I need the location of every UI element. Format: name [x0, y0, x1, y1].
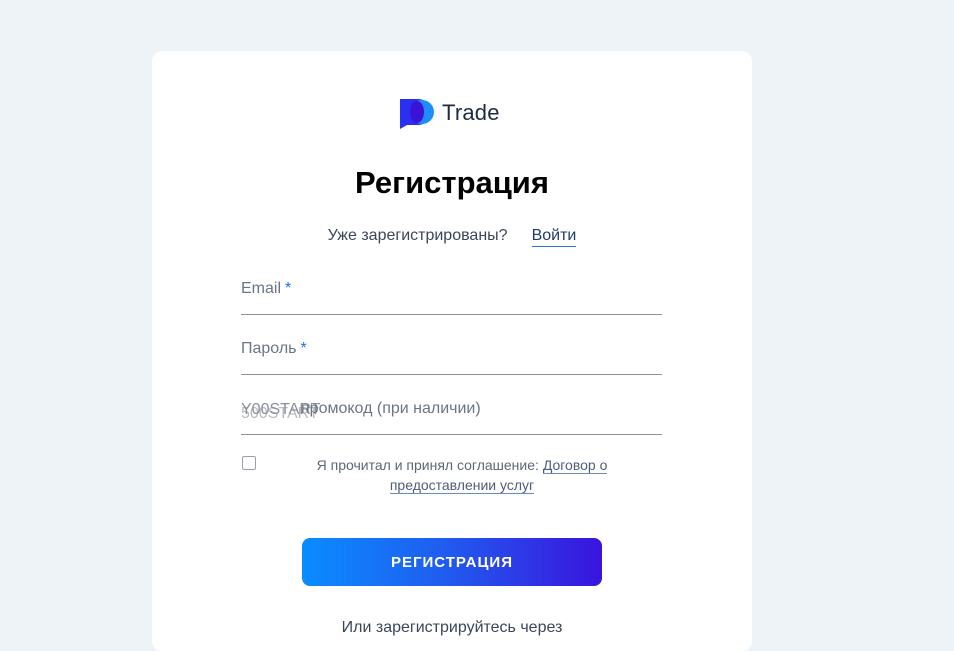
promo-code-label: промокод (при наличии) [301, 400, 481, 417]
required-mark: * [285, 280, 292, 297]
logo-text: Trade [442, 100, 500, 125]
promo-code-field[interactable]: Y00START 500START промокод (при наличии) [241, 396, 662, 435]
login-link[interactable]: Войти [531, 227, 577, 247]
email-field[interactable]: Email * [241, 276, 662, 315]
po-logo-icon [398, 97, 436, 129]
agreement-checkbox[interactable] [242, 456, 256, 470]
logo[interactable]: Trade [398, 97, 500, 129]
password-field[interactable]: Пароль * [241, 336, 662, 375]
page-title: Регистрация [355, 165, 549, 200]
login-prompt-text: Уже зарегистрированы? [327, 227, 508, 244]
agreement-label: Я прочитал и принял соглашение: [316, 457, 539, 473]
alt-signup-text: Или зарегистрируйтесь через [341, 619, 563, 636]
password-label: Пароль * [241, 340, 307, 357]
login-prompt: Уже зарегистрированы? Войти [152, 227, 752, 247]
register-button[interactable]: РЕГИСТРАЦИЯ [302, 538, 602, 586]
agreement-text: Я прочитал и принял соглашение: Договор … [302, 455, 622, 495]
registration-card: Trade Регистрация Уже зарегистрированы? … [152, 51, 752, 651]
email-label: Email * [241, 280, 292, 297]
required-mark: * [300, 340, 307, 357]
